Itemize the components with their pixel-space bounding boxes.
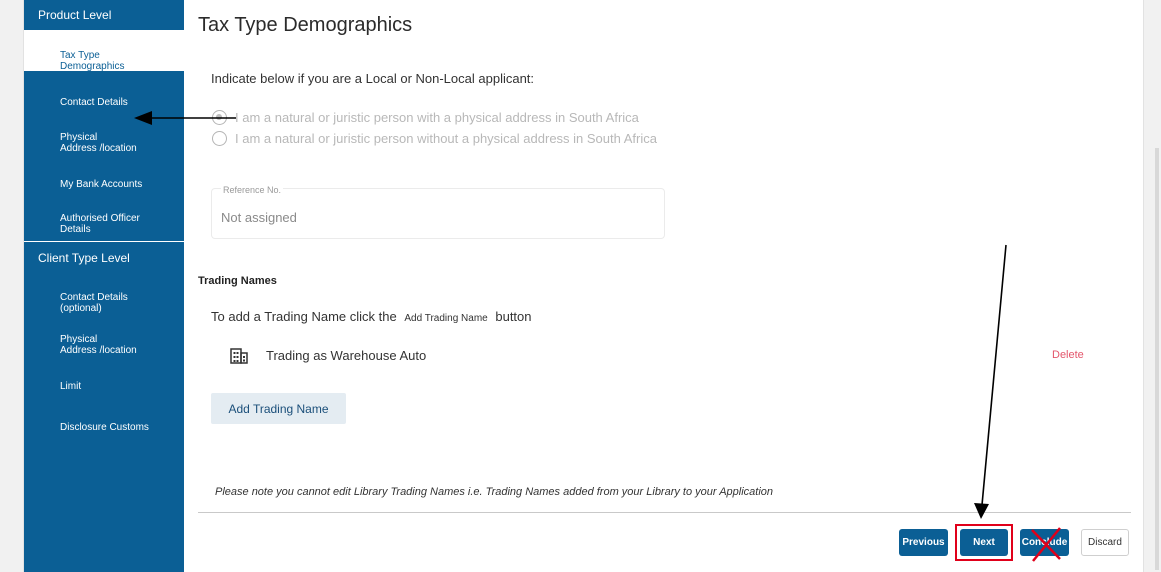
radio-checked-icon[interactable] [212,110,227,125]
discard-button[interactable]: Discard [1081,529,1129,556]
next-button-highlight [955,524,1013,561]
sidebar-item-contact-details[interactable]: Contact Details [24,86,184,108]
sidebar-divider [24,241,184,242]
arrowhead-down-icon [974,503,989,519]
footer-divider [198,512,1131,513]
sidebar-item-client-contact-details[interactable]: Contact Details (optional) [24,281,184,314]
annotation-arrow-down [981,244,1007,506]
page-title: Tax Type Demographics [198,14,413,36]
sidebar-item-label: Authorised Officer Details [60,213,140,235]
sidebar-item-label: Tax Type Demographics [60,50,125,72]
sidebar-item-client-physical-address[interactable]: Physical Address /location [24,323,184,356]
reference-number-value: Not assigned [221,210,297,225]
add-trading-name-button[interactable]: Add Trading Name [211,393,346,424]
sidebar-section-product-level: Product Level [38,8,112,22]
sidebar-item-label: Physical Address /location [60,132,137,154]
sidebar-item-tax-type-demographics[interactable]: Tax Type Demographics [24,30,184,72]
library-note: Please note you cannot edit Library Trad… [215,486,774,498]
building-icon [230,348,248,364]
trading-names-help: To add a Trading Name click the Add Trad… [211,309,532,324]
sidebar-section-client-type-level: Client Type Level [38,251,130,265]
left-gutter [0,0,24,572]
page: Product Level Tax Type Demographics Cont… [0,0,1161,572]
delete-trading-name-link[interactable]: Delete [1052,349,1084,361]
trading-name-entry: Trading as Warehouse Auto [266,348,427,363]
sidebar-item-physical-address[interactable]: Physical Address /location [24,121,184,154]
applicant-instruction: Indicate below if you are a Local or Non… [211,71,535,86]
sidebar-item-label: Physical Address /location [60,334,137,356]
help-suffix: button [495,309,532,324]
radio-label: I am a natural or juristic person withou… [235,131,657,146]
radio-label: I am a natural or juristic person with a… [235,110,639,125]
help-prefix: To add a Trading Name click the [211,309,397,324]
sidebar-item-label: My Bank Accounts [60,179,143,190]
sidebar-item-label: Disclosure Customs [60,422,149,433]
sidebar-item-label: Contact Details [60,97,128,108]
sidebar-item-authorised-officer[interactable]: Authorised Officer Details [24,202,184,235]
radio-unchecked-icon[interactable] [212,131,227,146]
scrollbar-thumb[interactable] [1155,148,1159,570]
sidebar-item-disclosure-customs[interactable]: Disclosure Customs [24,411,184,433]
sidebar-item-label: Contact Details (optional) [60,292,128,314]
conclude-button[interactable]: Conclude [1020,529,1069,556]
help-inline-button-label: Add Trading Name [404,313,488,324]
trading-names-heading: Trading Names [198,275,277,287]
radio-local-applicant[interactable]: I am a natural or juristic person with a… [212,110,639,125]
sidebar: Product Level Tax Type Demographics Cont… [24,0,184,572]
previous-button[interactable]: Previous [899,529,948,556]
sidebar-item-label: Limit [60,381,82,392]
radio-non-local-applicant[interactable]: I am a natural or juristic person withou… [212,131,657,146]
sidebar-item-my-bank-accounts[interactable]: My Bank Accounts [24,168,184,190]
sidebar-item-limit[interactable]: Limit [24,370,184,392]
reference-number-label: Reference No. [221,185,284,195]
